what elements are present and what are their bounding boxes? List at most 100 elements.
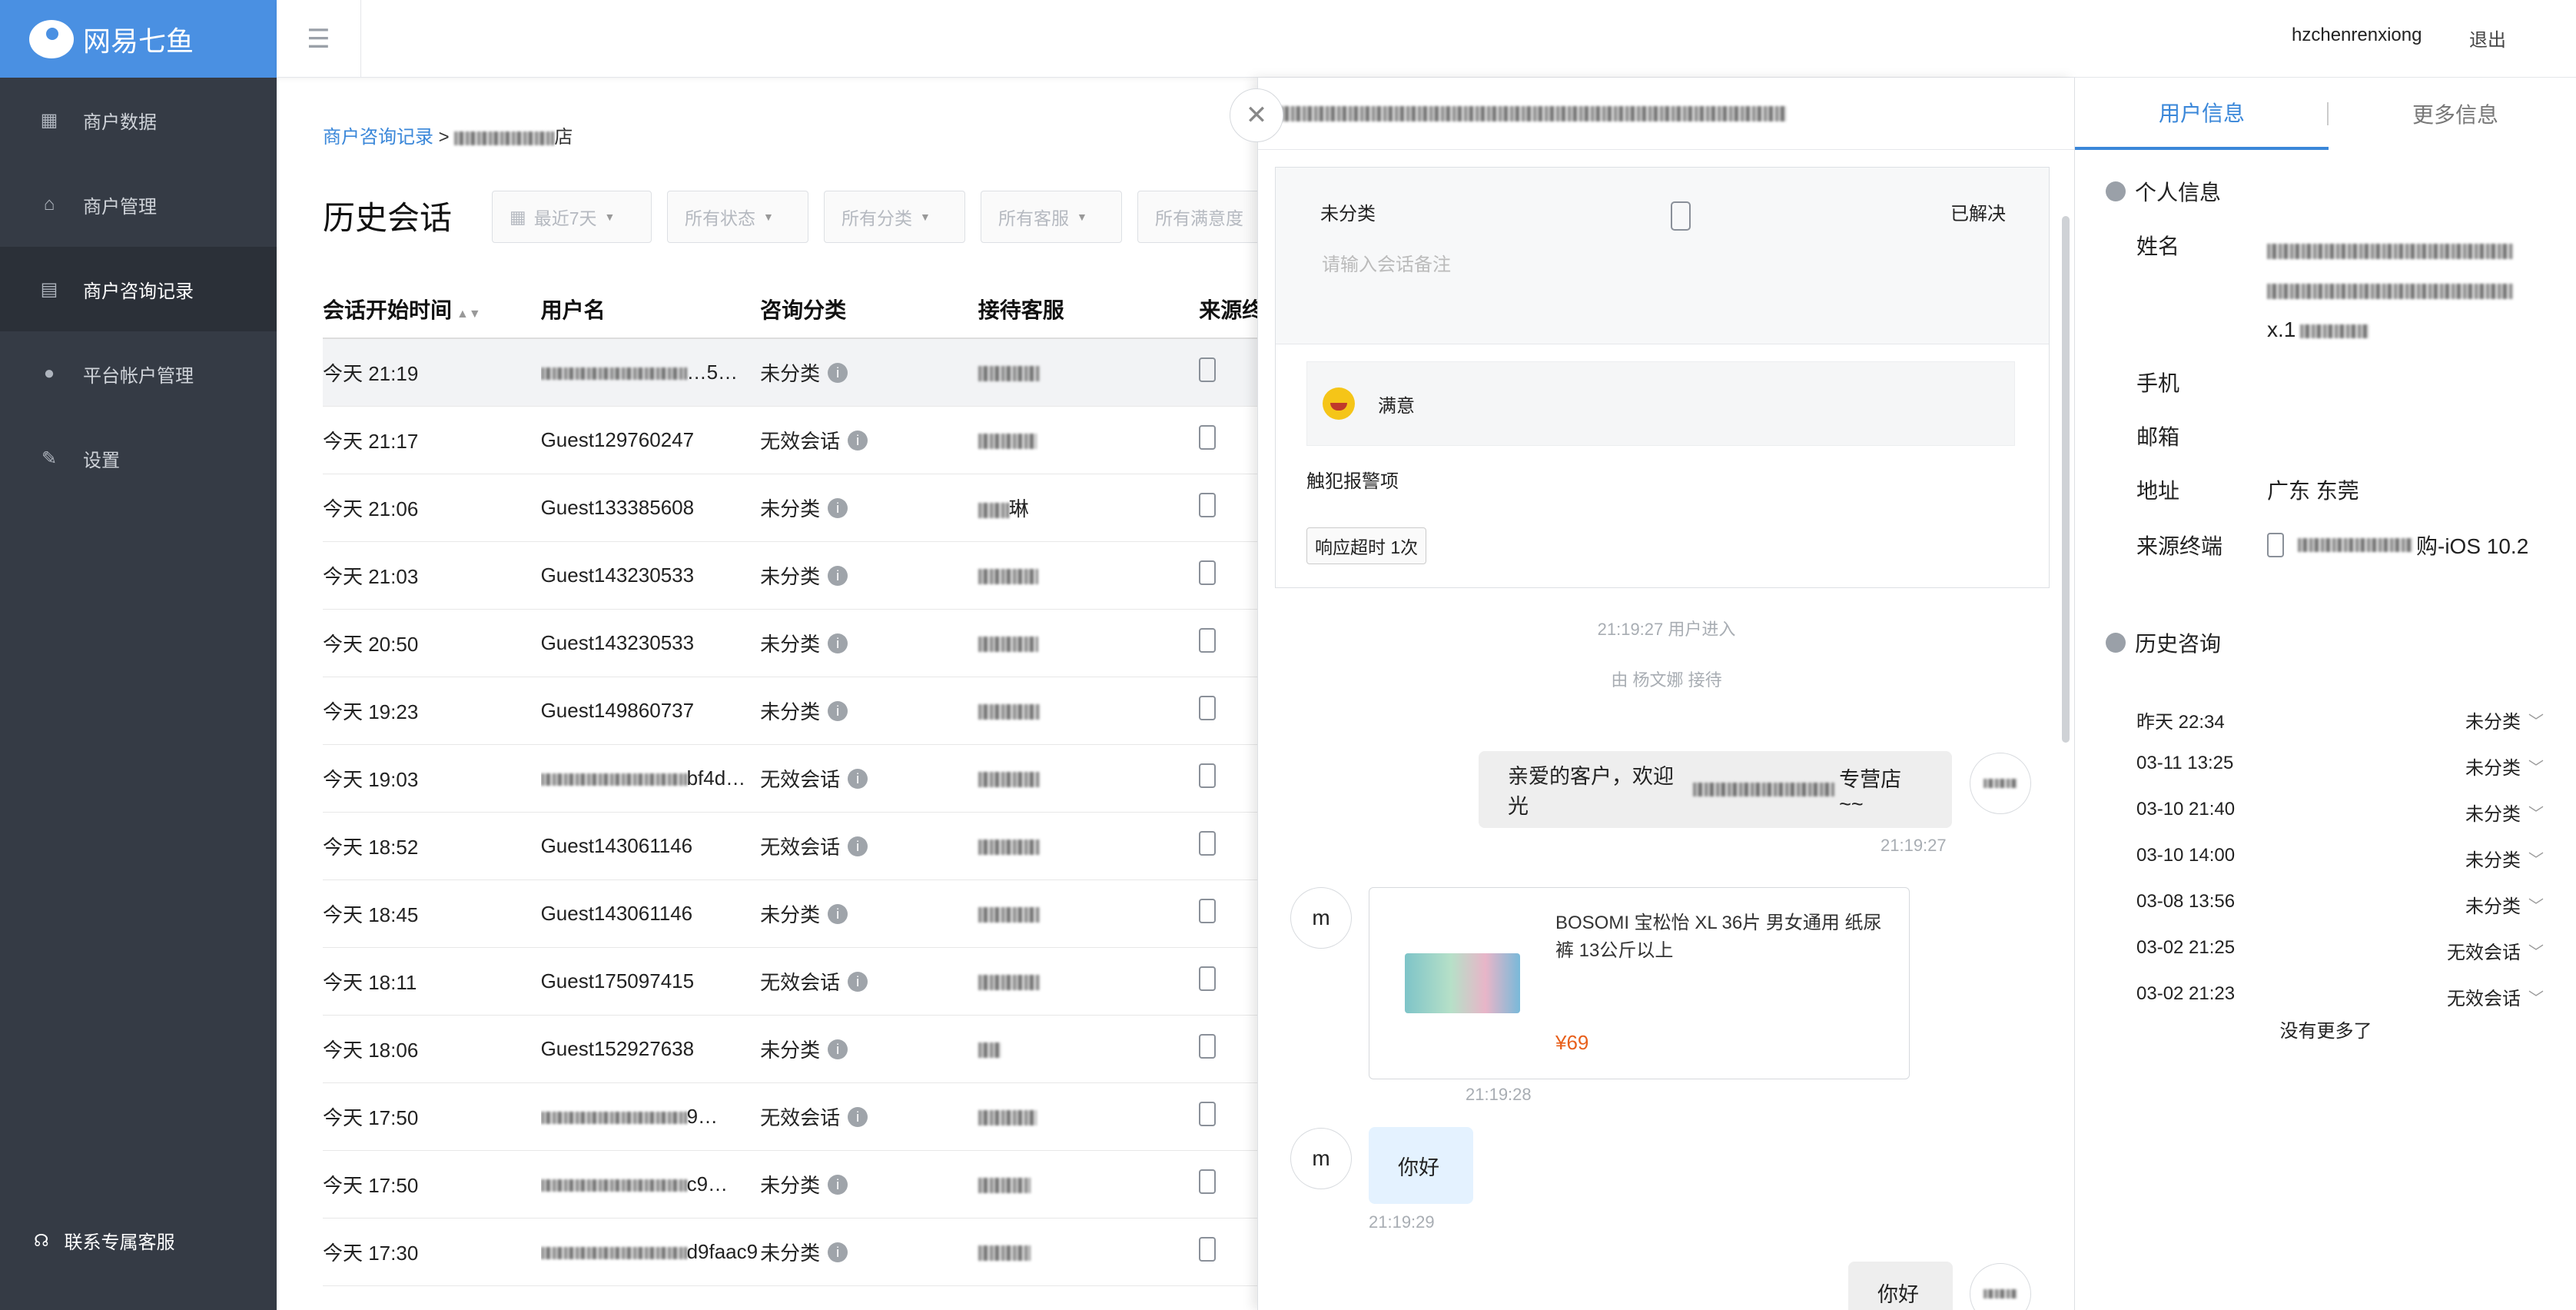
history-item[interactable]: 昨天 22:34 未分类 ﹀ bbox=[2136, 707, 2544, 733]
chevron-down-icon[interactable]: ﹀ bbox=[2528, 709, 2544, 731]
history-item[interactable]: 03-02 21:25 无效会话 ﹀ bbox=[2136, 937, 2544, 964]
name-label: 姓名 bbox=[2136, 234, 2180, 258]
chevron-down-icon[interactable]: ﹀ bbox=[2528, 847, 2544, 869]
breadcrumb-separator: > bbox=[438, 127, 450, 148]
cell-agent bbox=[978, 564, 1200, 587]
info-icon[interactable]: i bbox=[828, 497, 848, 518]
table-row[interactable]: 今天 17:50 9… 无效会话 i bbox=[323, 1083, 1314, 1151]
table-row[interactable]: 今天 19:03 bf4d… 无效会话 i bbox=[323, 745, 1314, 813]
cell-start-time: 今天 20:50 bbox=[323, 633, 419, 656]
session-category[interactable]: 未分类 bbox=[1320, 198, 1376, 225]
message-time: 21:19:28 bbox=[1466, 1085, 1532, 1104]
table-row[interactable]: 今天 17:30 d9faac9…未分类i bbox=[323, 1219, 1314, 1286]
table-row[interactable]: 今天 21:17 Guest129760247 无效会话 i bbox=[323, 407, 1314, 474]
logout-button[interactable]: 退出 bbox=[2469, 25, 2506, 52]
message-time: 21:19:29 bbox=[1369, 1212, 1435, 1232]
history-item[interactable]: 03-08 13:56 未分类 ﹀ bbox=[2136, 891, 2544, 918]
contact-support-link[interactable]: ☊ 联系专属客服 bbox=[34, 1227, 175, 1254]
cell-username: c9… bbox=[540, 1172, 761, 1196]
table-row[interactable]: 今天 18:11 Guest175097415 无效会话 i bbox=[323, 948, 1314, 1016]
chevron-down-icon[interactable]: ﹀ bbox=[2528, 755, 2544, 777]
info-icon[interactable]: i bbox=[828, 700, 848, 721]
sidebar-item-settings[interactable]: ✎ 设置 bbox=[0, 416, 277, 500]
table-row[interactable]: 今天 18:06 Guest152927638 未分类 i bbox=[323, 1016, 1314, 1083]
history-item[interactable]: 03-10 21:40 未分类 ﹀ bbox=[2136, 799, 2544, 826]
info-icon[interactable]: i bbox=[848, 971, 868, 992]
tab-user-info[interactable]: 用户信息 bbox=[2075, 78, 2329, 150]
history-item[interactable]: 03-11 13:25 未分类 ﹀ bbox=[2136, 753, 2544, 780]
table-row[interactable]: 今天 17:50 c9… 未分类 i bbox=[323, 1151, 1314, 1219]
brand-logo[interactable]: 网易七鱼 bbox=[0, 0, 277, 78]
user-message-bubble: 你好 bbox=[1369, 1127, 1473, 1204]
info-icon[interactable]: i bbox=[848, 430, 868, 451]
info-icon[interactable]: i bbox=[848, 836, 868, 856]
column-header-start-time[interactable]: 会话开始时间 ▲▼ bbox=[323, 294, 541, 324]
menu-toggle-icon[interactable]: ☰ bbox=[277, 0, 361, 78]
info-icon[interactable]: i bbox=[828, 903, 848, 924]
person-icon bbox=[2106, 181, 2126, 201]
info-icon[interactable]: i bbox=[828, 1039, 848, 1059]
chevron-down-icon[interactable]: ﹀ bbox=[2528, 939, 2544, 962]
sidebar-item-consult-records[interactable]: ▤ 商户咨询记录 bbox=[0, 247, 277, 331]
history-status: 未分类 bbox=[2465, 758, 2521, 779]
table-row[interactable]: 今天 21:19 …5… 未分类 i bbox=[323, 339, 1314, 407]
mobile-device-icon bbox=[2267, 533, 2284, 557]
cell-start-time: 今天 17:50 bbox=[323, 1106, 419, 1129]
chevron-down-icon[interactable]: ﹀ bbox=[2528, 801, 2544, 823]
cell-username: Guest133385608 bbox=[540, 496, 695, 519]
table-row[interactable]: 今天 20:50 Guest143230533 未分类 i bbox=[323, 610, 1314, 677]
table-row[interactable]: 今天 21:03 Guest143230533 未分类 i bbox=[323, 542, 1314, 610]
agent-filter-label: 所有客服 bbox=[998, 208, 1069, 228]
info-icon[interactable]: i bbox=[828, 1242, 848, 1262]
sidebar-item-label: 商户咨询记录 bbox=[83, 281, 194, 302]
table-row[interactable]: 今天 18:52 Guest143061146 无效会话 i bbox=[323, 813, 1314, 880]
info-icon[interactable]: i bbox=[848, 1106, 868, 1127]
cell-start-time: 今天 18:06 bbox=[323, 1039, 419, 1062]
agent-filter[interactable]: 所有客服 ▼ bbox=[981, 191, 1122, 243]
info-icon[interactable]: i bbox=[828, 565, 848, 586]
session-status: 已解决 bbox=[1950, 204, 2006, 224]
sidebar-item-label: 设置 bbox=[83, 450, 120, 471]
sidebar-item-merchant-data[interactable]: ▦ 商户数据 bbox=[0, 78, 277, 162]
table-row[interactable]: 今天 21:06 Guest133385608 未分类 i 琳 bbox=[323, 474, 1314, 542]
agent-message-bubble: 亲爱的客户，欢迎光 专营店~~ bbox=[1479, 751, 1952, 828]
status-filter-label: 所有状态 bbox=[685, 208, 755, 228]
info-icon[interactable]: i bbox=[848, 768, 868, 789]
cell-category: 无效会话 i bbox=[760, 832, 978, 860]
breadcrumb-root-link[interactable]: 商户咨询记录 bbox=[323, 127, 433, 148]
table-row[interactable]: 今天 18:45 Guest143061146 未分类 i bbox=[323, 880, 1314, 948]
message-text: 亲爱的客户，欢迎光 bbox=[1508, 765, 1674, 818]
history-item[interactable]: 03-10 14:00 未分类 ﹀ bbox=[2136, 845, 2544, 872]
cell-username: Guest152927638 bbox=[540, 1037, 695, 1060]
sidebar-item-merchant-management[interactable]: ⌂ 商户管理 bbox=[0, 162, 277, 247]
product-card[interactable]: BOSOMI 宝松怡 XL 36片 男女通用 纸尿裤 13公斤以上 ¥69 bbox=[1369, 887, 1910, 1079]
agent-avatar bbox=[1970, 1263, 2031, 1310]
cell-start-time: 今天 17:50 bbox=[323, 1174, 419, 1197]
close-icon[interactable]: ✕ bbox=[1230, 88, 1283, 142]
category-filter[interactable]: 所有分类 ▼ bbox=[824, 191, 965, 243]
history-status: 无效会话 bbox=[2447, 989, 2521, 1009]
cell-username: Guest175097415 bbox=[540, 969, 695, 992]
dashboard-grid-icon: ▦ bbox=[40, 109, 58, 131]
info-icon[interactable]: i bbox=[828, 1174, 848, 1195]
info-icon[interactable]: i bbox=[828, 362, 848, 383]
info-icon[interactable]: i bbox=[828, 633, 848, 653]
history-status: 未分类 bbox=[2465, 850, 2521, 871]
cell-username: d9faac9… bbox=[540, 1240, 760, 1264]
mobile-device-icon bbox=[1199, 1169, 1217, 1194]
date-range-filter[interactable]: ▦ 最近7天 ▼ bbox=[492, 191, 652, 243]
chevron-down-icon[interactable]: ﹀ bbox=[2528, 893, 2544, 916]
scrollbar[interactable] bbox=[2062, 216, 2070, 743]
sort-icon[interactable]: ▲▼ bbox=[456, 308, 481, 321]
tab-more-info[interactable]: 更多信息 bbox=[2329, 78, 2576, 150]
sidebar-item-platform-accounts[interactable]: ● 平台帐户管理 bbox=[0, 331, 277, 416]
cell-agent bbox=[978, 1105, 1200, 1129]
table-header: 会话开始时间 ▲▼ 用户名 咨询分类 接待客服 来源终 bbox=[323, 281, 1314, 339]
username[interactable]: hzchenrenxiong bbox=[2292, 25, 2422, 46]
status-filter[interactable]: 所有状态 ▼ bbox=[667, 191, 808, 243]
chevron-down-icon[interactable]: ﹀ bbox=[2528, 986, 2544, 1008]
support-label: 联系专属客服 bbox=[64, 1232, 175, 1253]
table-row[interactable]: 今天 19:23 Guest149860737 未分类 i bbox=[323, 677, 1314, 745]
history-item[interactable]: 03-02 21:23 无效会话 ﹀ bbox=[2136, 983, 2544, 1010]
remark-input[interactable]: 请输入会话备注 bbox=[1322, 249, 1451, 276]
